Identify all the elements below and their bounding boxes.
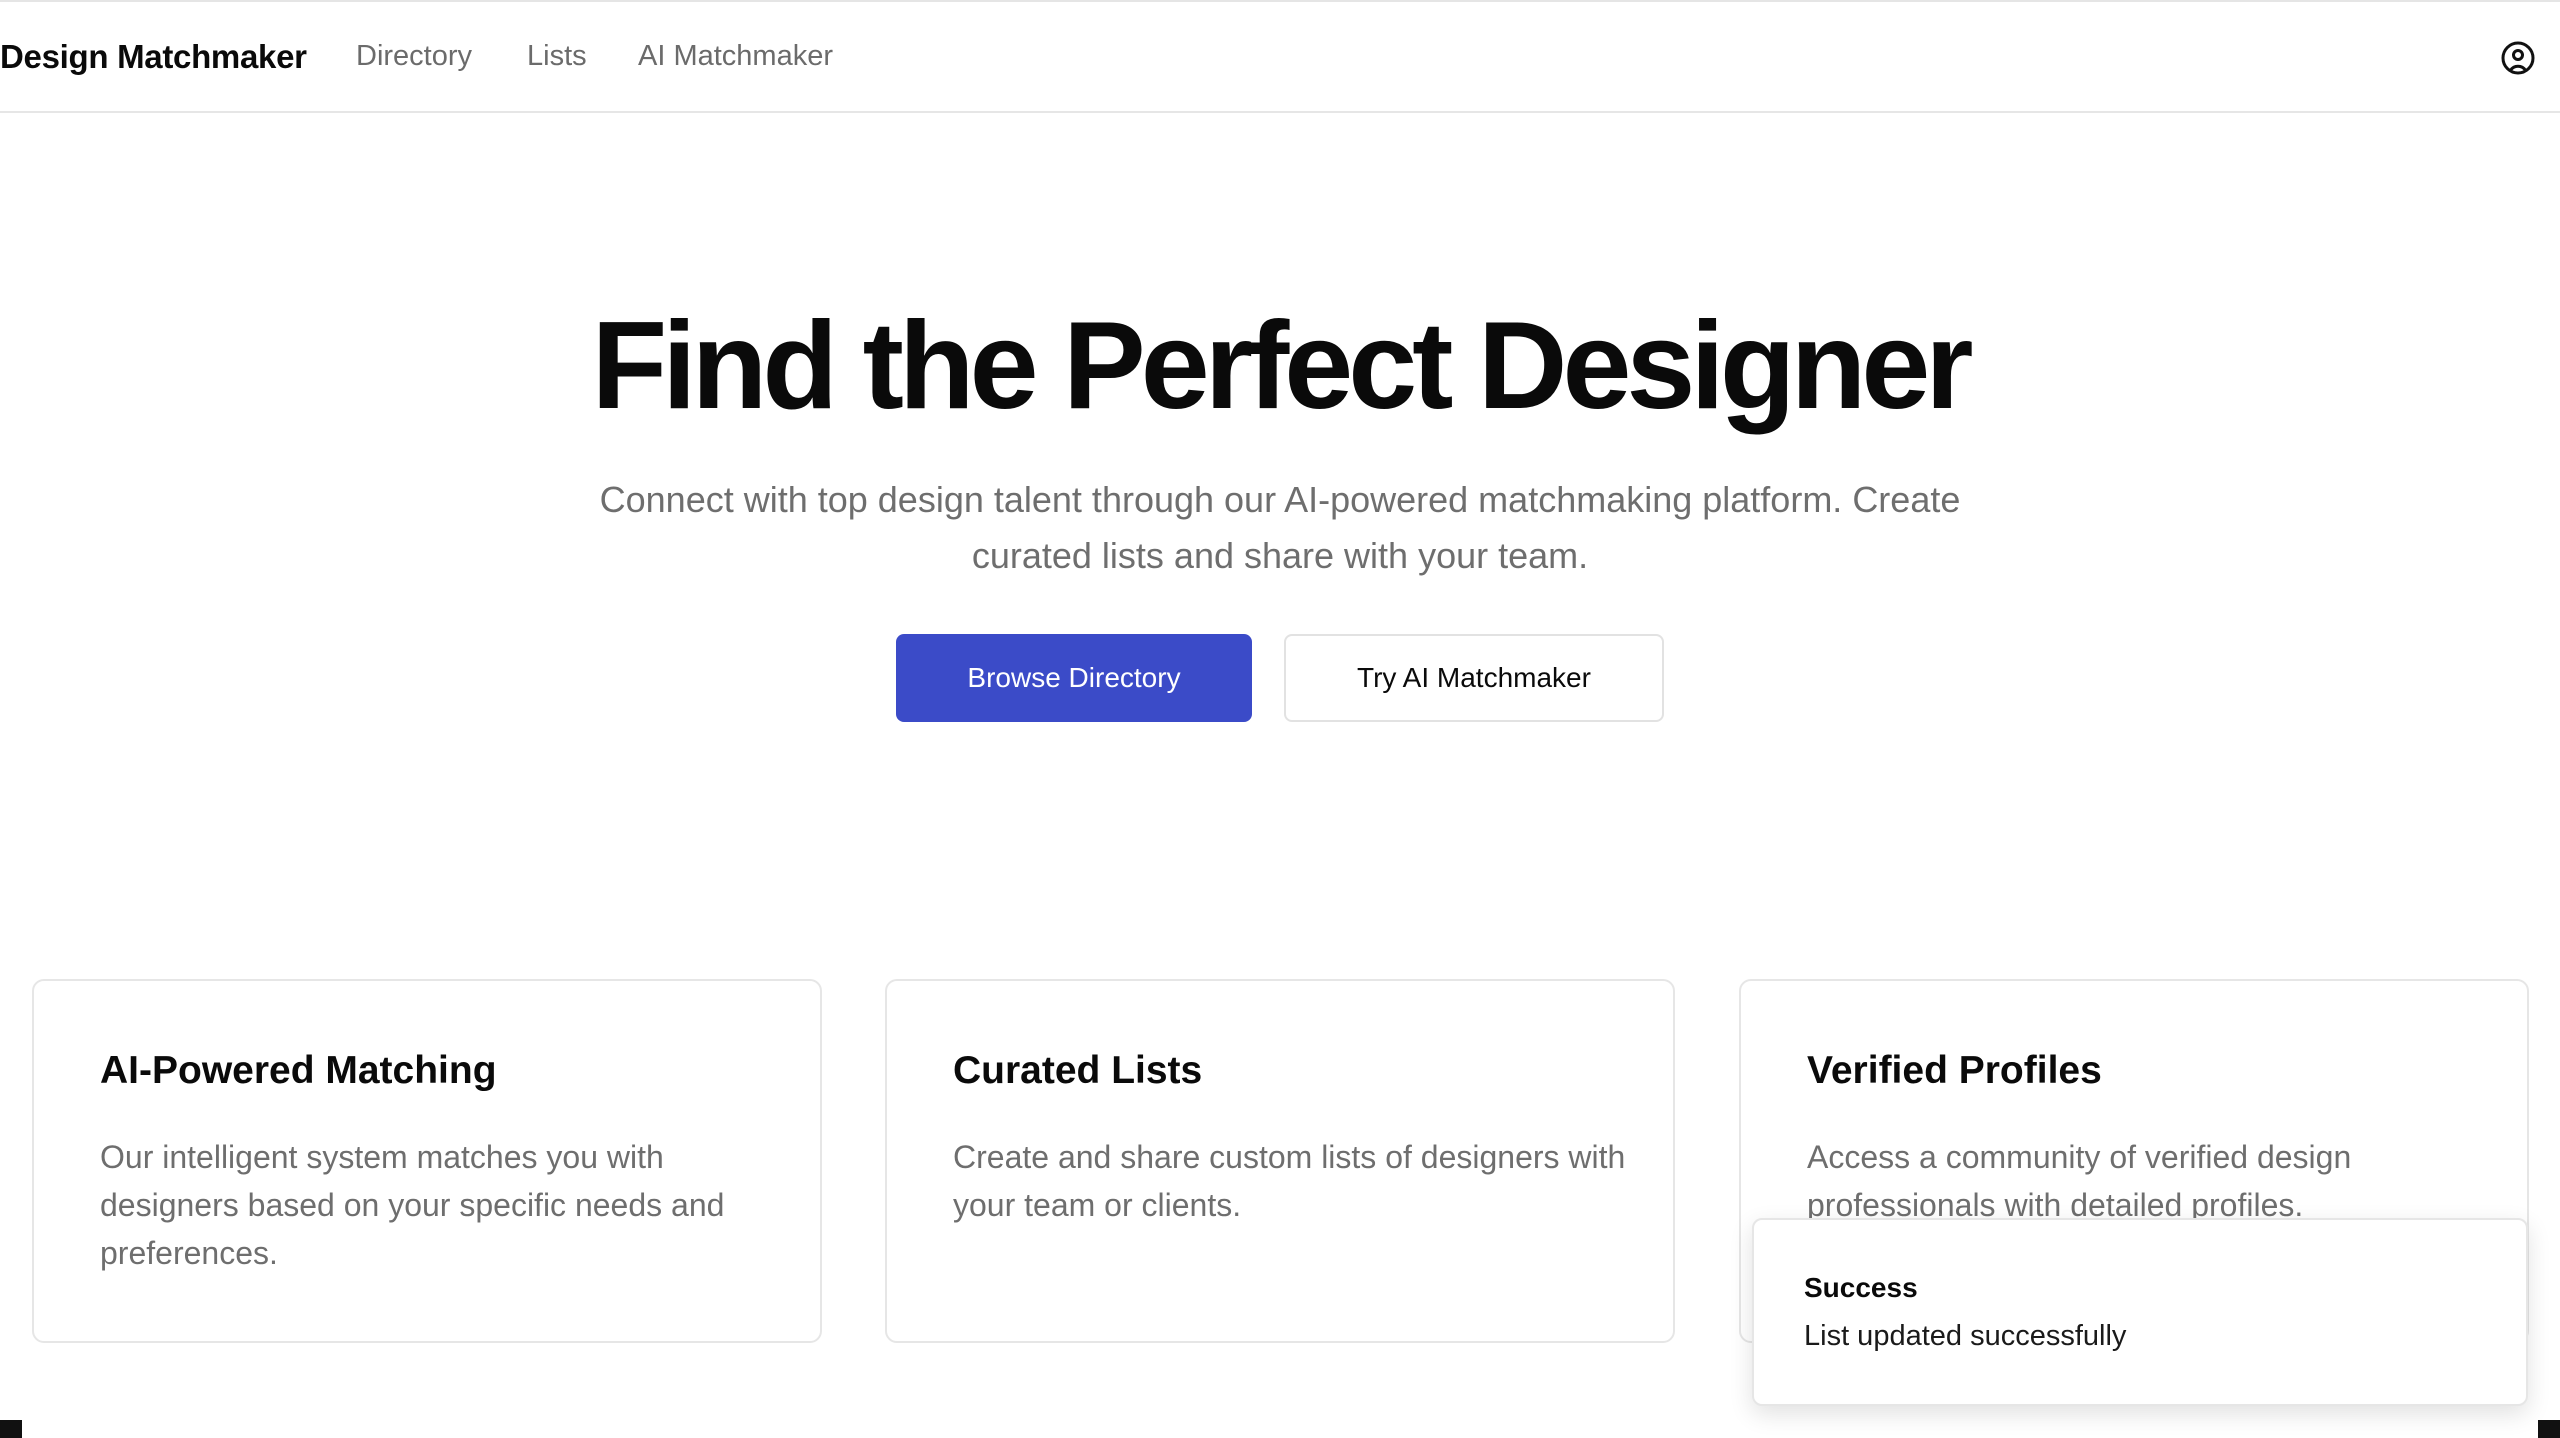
feature-card-curated-lists: Curated Lists Create and share custom li… — [885, 979, 1675, 1343]
page: Design Matchmaker Directory Lists AI Mat… — [0, 0, 2560, 1438]
success-toast[interactable]: Success List updated successfully — [1752, 1218, 2528, 1406]
nav-link-lists[interactable]: Lists — [527, 40, 587, 73]
user-account-button[interactable] — [2500, 40, 2536, 76]
window-corner — [2538, 1420, 2560, 1438]
try-ai-matchmaker-button[interactable]: Try AI Matchmaker — [1284, 634, 1664, 722]
feature-card-description: Our intelligent system matches you with … — [100, 1139, 725, 1271]
feature-card-description: Access a community of verified design pr… — [1807, 1139, 2352, 1223]
nav-link-ai-matchmaker[interactable]: AI Matchmaker — [638, 40, 833, 73]
top-nav-bar: Design Matchmaker Directory Lists AI Mat… — [0, 2, 2560, 113]
brand-logo[interactable]: Design Matchmaker — [0, 38, 307, 76]
feature-card-title: Curated Lists — [953, 1049, 1203, 1092]
toast-title: Success — [1804, 1272, 1918, 1303]
hero-subtitle: Connect with top design talent through o… — [599, 479, 1961, 576]
feature-card-description: Create and share custom lists of designe… — [953, 1139, 1626, 1223]
feature-card-title: AI-Powered Matching — [100, 1049, 497, 1092]
user-circle-icon — [2501, 41, 2535, 75]
nav-link-directory[interactable]: Directory — [356, 40, 472, 73]
window-corner — [0, 1420, 22, 1438]
toast-message: List updated successfully — [1804, 1320, 2127, 1352]
feature-card-title: Verified Profiles — [1807, 1049, 2102, 1092]
browse-directory-button[interactable]: Browse Directory — [896, 634, 1252, 722]
hero-title: Find the Perfect Designer — [591, 297, 1973, 435]
feature-card-ai-matching: AI-Powered Matching Our intelligent syst… — [32, 979, 822, 1343]
